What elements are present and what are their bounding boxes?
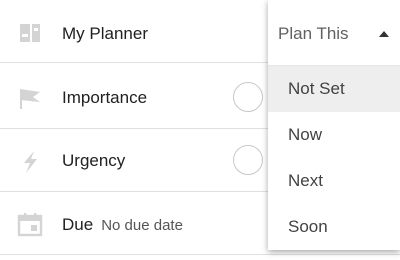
planner-label: My Planner bbox=[62, 24, 148, 43]
calendar-icon bbox=[16, 210, 44, 238]
plan-option-next[interactable]: Next bbox=[268, 158, 400, 204]
plan-option-not-set[interactable]: Not Set bbox=[268, 66, 400, 112]
urgency-label: Urgency bbox=[62, 151, 126, 170]
caret-up-icon bbox=[379, 31, 389, 37]
importance-toggle[interactable] bbox=[233, 82, 263, 112]
due-value: No due date bbox=[101, 217, 183, 234]
plan-dropdown-header[interactable]: Plan This bbox=[268, 0, 400, 66]
plan-dropdown-menu: Plan This Not Set Now Next Soon bbox=[268, 0, 400, 250]
due-title: Due bbox=[62, 215, 94, 234]
urgency-toggle[interactable] bbox=[233, 145, 263, 175]
plan-option-soon[interactable]: Soon bbox=[268, 204, 400, 250]
task-detail-panel: My Planner Importance Urgency Due No due… bbox=[0, 0, 400, 260]
flag-icon bbox=[16, 86, 44, 114]
plan-option-now[interactable]: Now bbox=[268, 112, 400, 158]
lightning-icon bbox=[16, 149, 44, 177]
importance-label: Importance bbox=[62, 88, 148, 107]
plan-dropdown-value: Plan This bbox=[278, 24, 349, 43]
planner-icon bbox=[16, 20, 44, 48]
due-label: Due No due date bbox=[62, 215, 183, 235]
